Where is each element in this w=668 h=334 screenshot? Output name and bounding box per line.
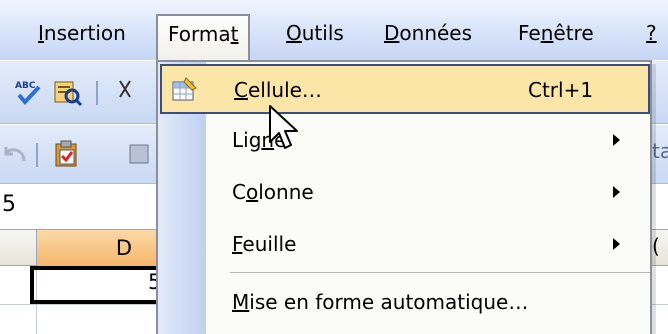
menu-item-cellule-shortcut: Ctrl+1	[528, 78, 594, 102]
mise-en-forme-post: ise en forme automatique…	[249, 290, 529, 314]
menu-separator	[230, 272, 650, 273]
cut-icon[interactable]	[116, 77, 140, 107]
menu-item-ligne[interactable]: Ligne	[160, 116, 650, 166]
menu-item-cellule-label: Cellule…	[234, 78, 322, 102]
menu-donnees[interactable]: Données	[384, 18, 472, 48]
menu-fenetre-pre: Fe	[518, 21, 541, 45]
feuille-post: euille	[242, 232, 297, 256]
ligne-pre: Lig	[232, 128, 262, 152]
menu-item-feuille[interactable]: Feuille	[160, 220, 650, 270]
colonne-pre: C	[232, 180, 246, 204]
submenu-arrow-icon	[613, 134, 620, 146]
menu-item-colonne[interactable]: Colonne	[160, 168, 650, 218]
submenu-arrow-icon	[613, 186, 620, 198]
paste-icon[interactable]	[52, 139, 82, 169]
menu-fenetre[interactable]: Fenêtre	[518, 18, 594, 48]
toolbar-button-partial[interactable]	[128, 139, 152, 169]
menu-fenetre-mnemonic: n	[540, 21, 554, 45]
menu-item-mise-en-forme-label: Mise en forme automatique…	[232, 290, 528, 314]
spellcheck-icon[interactable]: ABC	[14, 77, 44, 107]
toolbar-separator-2	[36, 143, 38, 167]
menu-help-mnemonic: ?	[646, 21, 657, 45]
feuille-mnemonic: F	[232, 232, 243, 256]
colonne-mnemonic: o	[245, 180, 259, 204]
research-icon[interactable]	[52, 77, 83, 107]
mise-en-forme-mnemonic: M	[232, 290, 250, 314]
menu-item-mise-en-forme-automatique[interactable]: Mise en forme automatique…	[160, 278, 650, 328]
format-cells-icon	[170, 76, 198, 104]
menu-help[interactable]: ?	[646, 18, 657, 48]
submenu-arrow-icon	[613, 238, 620, 250]
menu-format[interactable]: Format	[156, 14, 251, 64]
menu-item-cellule[interactable]: Cellule… Ctrl+1	[160, 64, 650, 114]
menu-outils-post: utils	[301, 21, 344, 45]
menu-format-pre: Forma	[168, 22, 231, 46]
toolbar-separator	[96, 81, 98, 105]
menu-insertion[interactable]: Insertion	[38, 18, 126, 48]
menu-donnees-mnemonic: D	[384, 21, 400, 45]
name-box-value[interactable]: 5	[2, 192, 16, 217]
toolbar-clipped-text: tal	[652, 139, 668, 163]
menu-item-colonne-label: Colonne	[232, 180, 314, 204]
colonne-post: lonne	[258, 180, 314, 204]
menu-donnees-post: onnées	[399, 21, 473, 45]
menu-insertion-post: nsertion	[43, 21, 126, 45]
svg-text:ABC: ABC	[15, 81, 36, 91]
menu-item-feuille-label: Feuille	[232, 232, 296, 256]
menu-outils-mnemonic: O	[286, 21, 302, 45]
column-header-clipped: (	[652, 234, 660, 258]
undo-icon[interactable]	[0, 139, 30, 169]
format-menu-dropdown: Cellule… Ctrl+1 Ligne Colonne Feuille Mi…	[156, 60, 652, 334]
menu-outils[interactable]: Outils	[286, 18, 344, 48]
menu-fenetre-post: être	[553, 21, 594, 45]
menu-format-mnemonic: t	[230, 22, 239, 46]
mouse-cursor-icon	[268, 104, 300, 152]
cellule-mnemonic: C	[234, 78, 248, 102]
cellule-post: ellule…	[247, 78, 322, 102]
menu-bar: Insertion Format Outils Données Fenêtre …	[0, 0, 668, 64]
